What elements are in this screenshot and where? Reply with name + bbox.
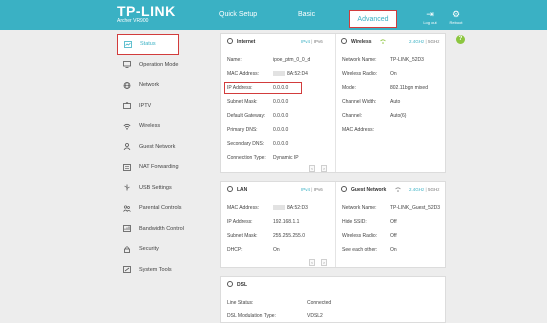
sidebar-item-label: Parental Controls: [139, 205, 182, 212]
dsl-panel: DSL Line Status: Connected DSL Modulation…: [220, 276, 446, 323]
ipv6-label: IPv6: [313, 187, 323, 192]
next-page-button[interactable]: >: [321, 165, 327, 172]
sidebar-item-label: Wireless: [139, 123, 161, 130]
sidebar-item-parental-controls[interactable]: Parental Controls: [117, 198, 191, 219]
ipv6-label: IPv6: [313, 39, 323, 44]
logo: TP-LINK Archer VR900: [117, 4, 176, 25]
ipv4-label: IPv4: [301, 187, 311, 192]
band-2g-label: 2.4GHz: [409, 39, 425, 44]
sidebar-item-operation-mode[interactable]: Operation Mode: [117, 55, 191, 76]
sidebar-item-label: Bandwidth Control: [139, 225, 184, 232]
tab-quick-setup[interactable]: Quick Setup: [219, 10, 257, 20]
guest-network-icon: [341, 186, 347, 192]
panel-divider: [335, 182, 336, 267]
prev-page-button[interactable]: <: [309, 165, 315, 172]
reboot-label: Reboot: [449, 20, 463, 25]
next-page-button[interactable]: >: [321, 259, 327, 266]
wireless-icon: [341, 38, 347, 44]
internet-wireless-panel: Internet IPv4 | IPv6 Name: ipoe_ptm_0_0_d…: [220, 33, 446, 173]
sidebar-item-label: Network: [139, 82, 160, 89]
wifi-signal-icon: [380, 39, 386, 44]
guest-icon: [122, 143, 131, 151]
sidebar-item-label: NAT Forwarding: [139, 164, 179, 171]
ip-address-highlight: [224, 82, 302, 94]
band-2g-label: 2.4GHz: [409, 187, 425, 192]
band-5g-label: 5GHz: [427, 39, 440, 44]
lock-icon: [122, 246, 131, 253]
sidebar-item-label: Guest Network: [139, 143, 176, 150]
sidebar-item-label: USB Settings: [139, 184, 172, 191]
globe-icon: [227, 38, 233, 44]
sidebar-item-network[interactable]: Network: [117, 75, 191, 96]
wireless-band-toggle[interactable]: 2.4GHz | 5GHz: [409, 39, 439, 44]
usb-icon: [122, 184, 131, 191]
internet-title: Internet: [237, 39, 256, 45]
sidebar-item-wireless[interactable]: Wireless: [117, 116, 191, 137]
parental-icon: [122, 205, 131, 212]
wireless-title: Wireless: [351, 39, 372, 45]
wifi-signal-icon: [395, 187, 401, 192]
sidebar-item-usb-settings[interactable]: USB Settings: [117, 178, 191, 199]
sidebar-item-nat-forwarding[interactable]: NAT Forwarding: [117, 157, 191, 178]
lan-title: LAN: [237, 187, 248, 193]
gear-icon: ⚙: [451, 9, 461, 19]
nat-icon: [122, 163, 131, 171]
model-name: Archer VR900: [117, 18, 149, 24]
help-icon[interactable]: ?: [456, 35, 465, 44]
sidebar-item-bandwidth-control[interactable]: Bandwidth Control: [117, 219, 191, 240]
lan-guest-panel: LAN IPv4 | IPv6 MAC Address: 8A:52:D3 IP …: [220, 181, 446, 268]
monitor-icon: [122, 61, 131, 69]
globe-icon: [122, 81, 131, 89]
logout-button[interactable]: ⇥ Log out: [420, 9, 440, 25]
lan-ip-toggle[interactable]: IPv4 | IPv6: [301, 187, 323, 192]
dsl-icon: [227, 281, 233, 287]
logout-icon: ⇥: [426, 9, 434, 19]
internet-ip-toggle[interactable]: IPv4 | IPv6: [301, 39, 323, 44]
sidebar-item-label: Status: [140, 41, 156, 48]
sidebar-item-label: System Tools: [139, 266, 172, 273]
reboot-button[interactable]: ⚙ Reboot: [446, 9, 466, 25]
sidebar-item-security[interactable]: Security: [117, 239, 191, 260]
top-header: TP-LINK Archer VR900 Quick Setup Basic A…: [0, 0, 547, 30]
guest-title: Guest Network: [351, 187, 387, 193]
tab-basic[interactable]: Basic: [298, 10, 315, 20]
tools-icon: [122, 266, 131, 274]
sidebar-item-label: IPTV: [139, 102, 152, 109]
sidebar-item-label: Security: [139, 246, 159, 253]
prev-page-button[interactable]: <: [309, 259, 315, 266]
sidebar-item-label: Operation Mode: [139, 61, 179, 68]
tv-icon: [122, 102, 131, 110]
redacted-mask: [273, 71, 285, 77]
bandwidth-icon: [122, 225, 131, 233]
status-icon: [123, 40, 132, 48]
sidebar-item-iptv[interactable]: IPTV: [117, 96, 191, 117]
sidebar: Status Operation Mode Network IPTV Wirel…: [117, 34, 191, 280]
dsl-title: DSL: [237, 282, 247, 288]
tab-advanced[interactable]: Advanced: [349, 10, 397, 28]
wifi-icon: [122, 123, 131, 130]
lan-icon: [227, 186, 233, 192]
guest-band-toggle[interactable]: 2.4GHz | 5GHz: [409, 187, 439, 192]
sidebar-item-guest-network[interactable]: Guest Network: [117, 137, 191, 158]
panel-divider: [335, 34, 336, 172]
sidebar-item-status[interactable]: Status: [117, 34, 179, 55]
redacted-mask: [273, 205, 285, 211]
band-5g-label: 5GHz: [427, 187, 440, 192]
logout-label: Log out: [423, 20, 437, 25]
logo-text: TP-LINK: [117, 3, 176, 19]
sidebar-item-system-tools[interactable]: System Tools: [117, 260, 191, 281]
ipv4-label: IPv4: [301, 39, 311, 44]
